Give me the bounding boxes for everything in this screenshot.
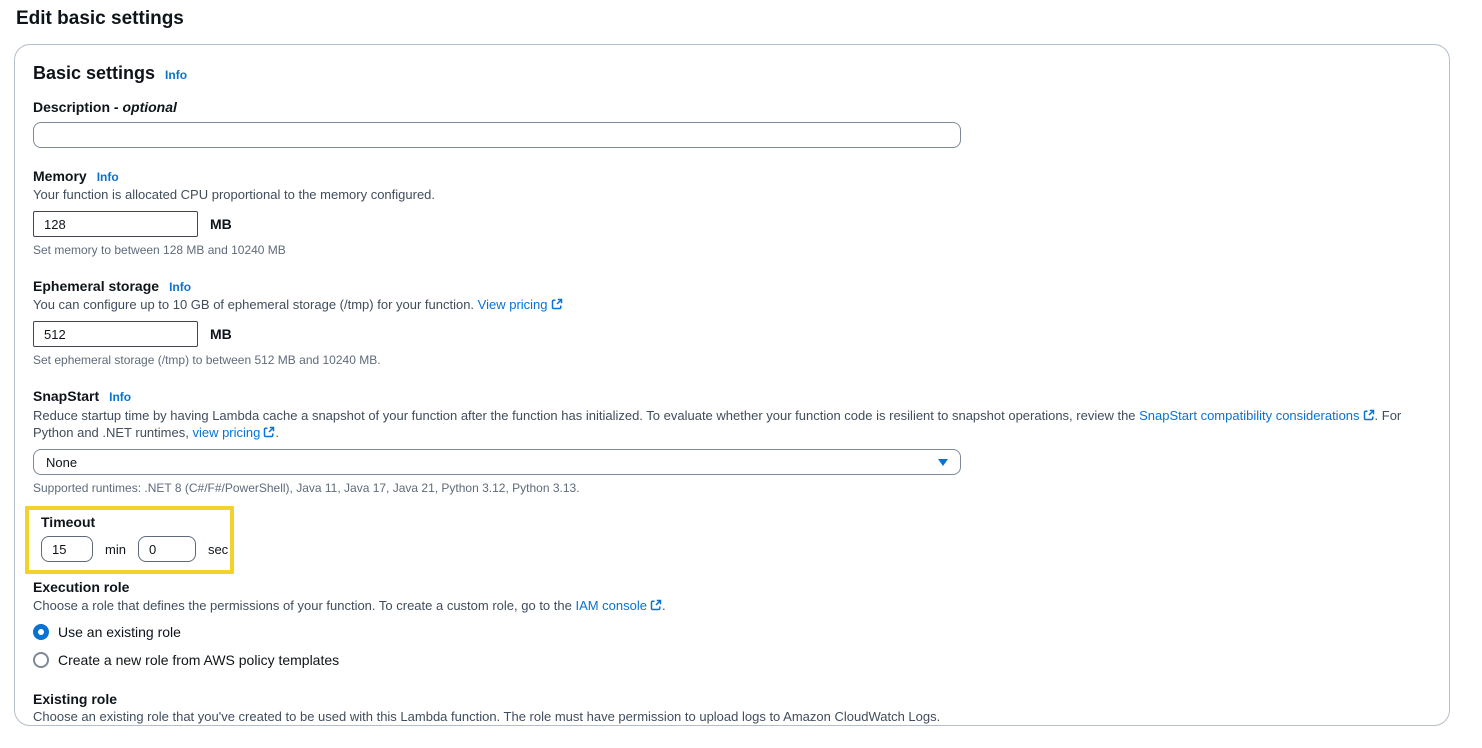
execution-role-label: Execution role xyxy=(33,578,1431,596)
ephemeral-storage-constraint: Set ephemeral storage (/tmp) to between … xyxy=(33,353,1431,368)
ephemeral-storage-label: Ephemeral storage xyxy=(33,277,159,295)
panel-info-link[interactable]: Info xyxy=(165,68,187,82)
external-link-icon xyxy=(551,298,563,310)
radio-button-selected[interactable] xyxy=(33,624,49,640)
radio-option-existing-role[interactable]: Use an existing role xyxy=(33,622,1431,642)
view-pricing-link-text: View pricing xyxy=(478,297,548,312)
external-link-icon xyxy=(263,426,275,438)
existing-role-description: Choose an existing role that you've crea… xyxy=(33,709,1431,725)
snapstart-compatibility-link-text: SnapStart compatibility considerations xyxy=(1139,408,1359,423)
iam-console-link[interactable]: IAM console xyxy=(575,598,662,613)
snapstart-view-pricing-link-text: view pricing xyxy=(192,425,260,440)
description-label-text: Description - xyxy=(33,99,122,115)
timeout-highlight-annotation: Timeout min sec xyxy=(25,506,234,574)
snapstart-info-link[interactable]: Info xyxy=(109,390,131,404)
memory-info-link[interactable]: Info xyxy=(97,170,119,184)
snapstart-description-text-3: . xyxy=(275,425,279,440)
execution-role-field: Execution role Choose a role that define… xyxy=(33,578,1431,670)
snapstart-view-pricing-link[interactable]: view pricing xyxy=(192,425,275,440)
description-field: Description - optional xyxy=(33,98,1431,148)
existing-role-label: Existing role xyxy=(33,690,1431,708)
execution-role-description-text-1: Choose a role that defines the permissio… xyxy=(33,598,575,613)
radio-button-unselected[interactable] xyxy=(33,652,49,668)
snapstart-select-value: None xyxy=(46,455,77,470)
ephemeral-description-text: You can configure up to 10 GB of ephemer… xyxy=(33,297,478,312)
description-label: Description - optional xyxy=(33,98,1431,116)
radio-option-new-role[interactable]: Create a new role from AWS policy templa… xyxy=(33,650,1431,670)
snapstart-select[interactable]: None xyxy=(33,449,961,475)
view-pricing-link[interactable]: View pricing xyxy=(478,297,563,312)
timeout-label: Timeout xyxy=(41,513,220,531)
description-optional-text: optional xyxy=(122,99,176,115)
memory-field: Memory Info Your function is allocated C… xyxy=(33,167,1431,258)
ephemeral-storage-description: You can configure up to 10 GB of ephemer… xyxy=(33,297,1431,313)
ephemeral-storage-info-link[interactable]: Info xyxy=(169,280,191,294)
snapstart-compatibility-link[interactable]: SnapStart compatibility considerations xyxy=(1139,408,1374,423)
basic-settings-panel: Basic settings Info Description - option… xyxy=(14,44,1450,726)
snapstart-label: SnapStart xyxy=(33,387,99,405)
external-link-icon xyxy=(1363,409,1375,421)
snapstart-constraint: Supported runtimes: .NET 8 (C#/F#/PowerS… xyxy=(33,481,1431,496)
radio-label-new-role[interactable]: Create a new role from AWS policy templa… xyxy=(58,652,339,668)
snapstart-field: SnapStart Info Reduce startup time by ha… xyxy=(33,387,1431,496)
iam-console-link-text: IAM console xyxy=(575,598,647,613)
description-input[interactable] xyxy=(33,122,961,148)
memory-constraint: Set memory to between 128 MB and 10240 M… xyxy=(33,243,1431,258)
snapstart-description-text-1: Reduce startup time by having Lambda cac… xyxy=(33,408,1139,423)
radio-label-existing-role[interactable]: Use an existing role xyxy=(58,624,181,640)
memory-description: Your function is allocated CPU proportio… xyxy=(33,187,1431,203)
snapstart-description: Reduce startup time by having Lambda cac… xyxy=(33,407,1431,441)
ephemeral-storage-input[interactable] xyxy=(33,321,198,347)
page-title: Edit basic settings xyxy=(16,8,1482,30)
ephemeral-storage-field: Ephemeral storage Info You can configure… xyxy=(33,277,1431,368)
radio-dot xyxy=(38,629,44,635)
timeout-sec-input[interactable] xyxy=(138,536,196,562)
timeout-sec-unit-label: sec xyxy=(208,542,228,557)
execution-role-description: Choose a role that defines the permissio… xyxy=(33,597,1431,614)
timeout-min-input[interactable] xyxy=(41,536,93,562)
external-link-icon xyxy=(650,599,662,611)
ephemeral-storage-unit-label: MB xyxy=(210,326,232,342)
memory-input[interactable] xyxy=(33,211,198,237)
memory-label: Memory xyxy=(33,167,87,185)
memory-unit-label: MB xyxy=(210,216,232,232)
existing-role-field: Existing role Choose an existing role th… xyxy=(33,690,1431,726)
panel-heading: Basic settings xyxy=(33,63,155,84)
execution-role-description-text-2: . xyxy=(662,598,666,613)
chevron-down-icon xyxy=(938,459,948,466)
timeout-min-unit-label: min xyxy=(105,542,126,557)
